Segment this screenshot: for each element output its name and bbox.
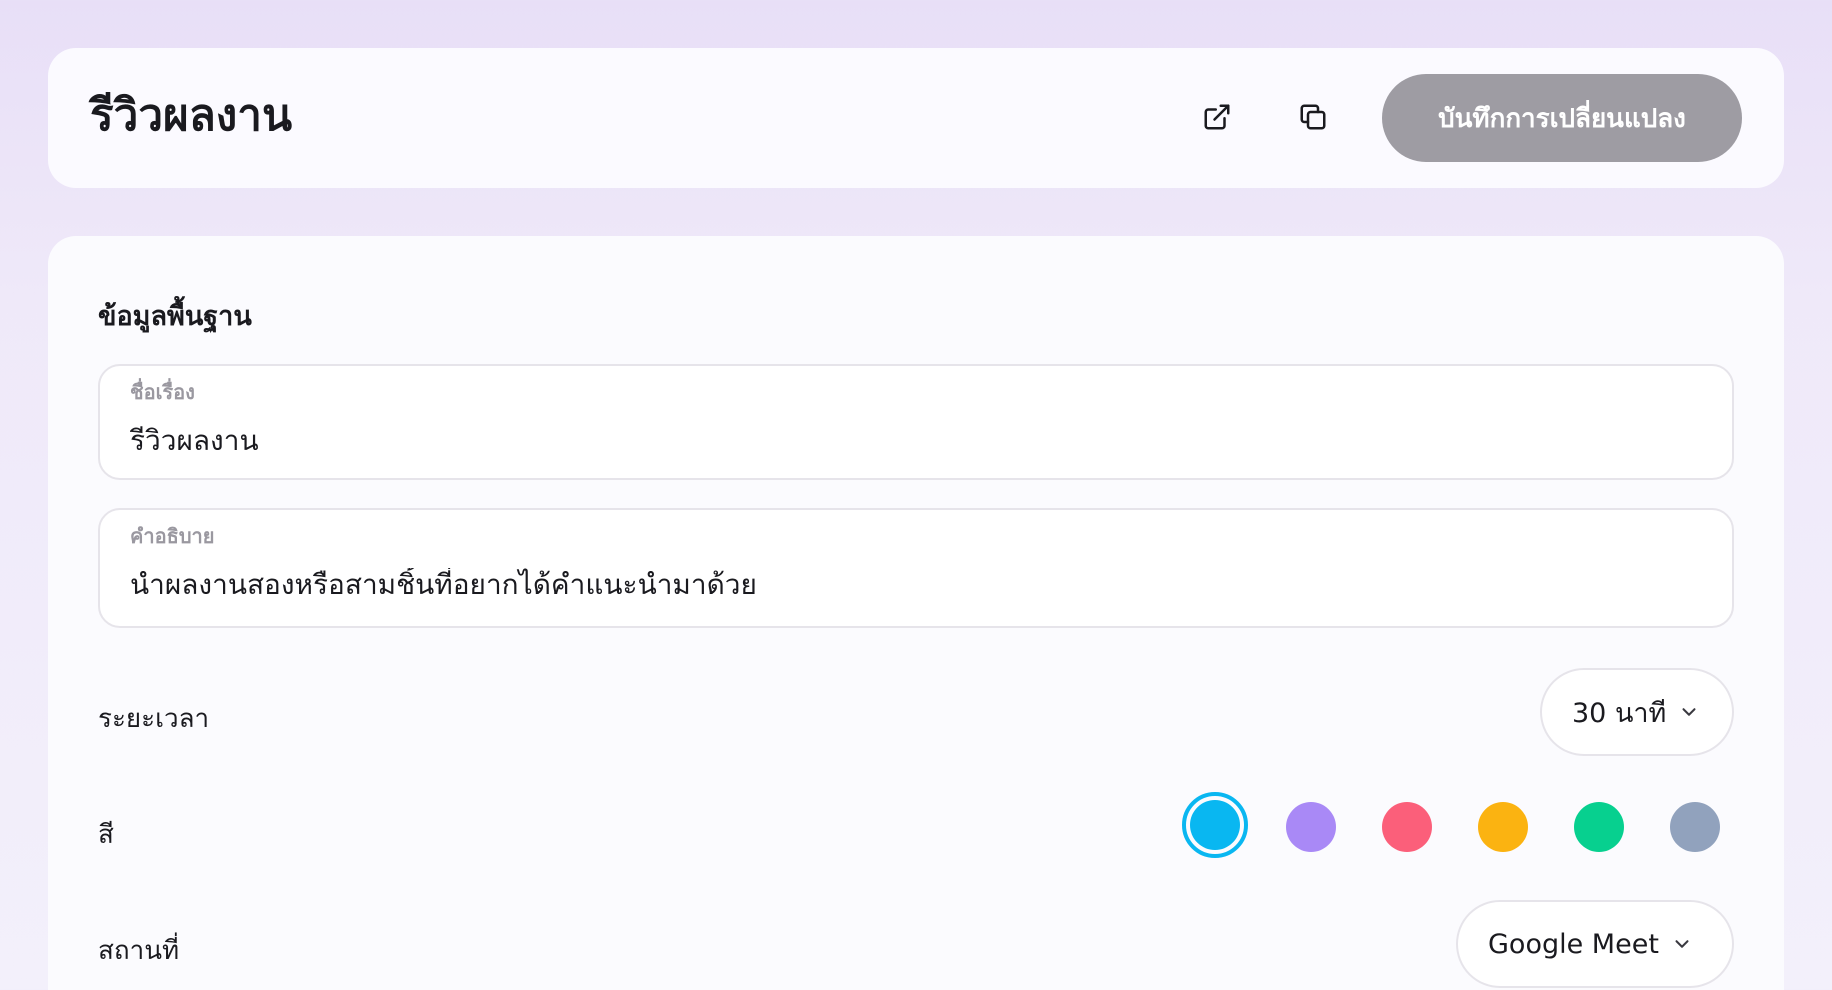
title-field[interactable]: ชื่อเรื่อง xyxy=(98,364,1734,480)
save-changes-button[interactable]: บันทึกการเปลี่ยนแปลง xyxy=(1382,74,1742,162)
page-title: รีวิวผลงาน xyxy=(90,90,293,141)
section-title: ข้อมูลพื้นฐาน xyxy=(98,301,252,332)
top-bar: รีวิวผลงาน บันทึกการเปลี่ยนแปลง xyxy=(48,48,1784,188)
title-field-label: ชื่อเรื่อง xyxy=(130,380,195,404)
description-field-label: คำอธิบาย xyxy=(130,524,215,548)
color-swatches xyxy=(1176,792,1776,864)
color-swatch[interactable] xyxy=(1478,802,1528,852)
basic-info-card: ข้อมูลพื้นฐาน ชื่อเรื่อง คำอธิบาย ระยะเว… xyxy=(48,236,1784,990)
location-select[interactable]: Google Meet xyxy=(1456,900,1734,988)
chevron-down-icon xyxy=(1671,933,1693,955)
color-swatch[interactable] xyxy=(1670,802,1720,852)
title-input[interactable] xyxy=(130,424,1700,457)
external-link-icon xyxy=(1204,104,1230,130)
duration-value: 30 นาที xyxy=(1572,697,1667,729)
description-field[interactable]: คำอธิบาย xyxy=(98,508,1734,628)
duration-label: ระยะเวลา xyxy=(98,704,210,734)
location-value: Google Meet xyxy=(1488,928,1659,960)
color-label: สี xyxy=(98,820,114,850)
color-swatch[interactable] xyxy=(1382,802,1432,852)
color-swatch[interactable] xyxy=(1286,802,1336,852)
copy-button[interactable] xyxy=(1286,90,1340,144)
description-input[interactable] xyxy=(130,568,1700,601)
chevron-down-icon xyxy=(1678,701,1700,723)
color-swatch[interactable] xyxy=(1182,792,1248,858)
color-swatch[interactable] xyxy=(1574,802,1624,852)
open-link-button[interactable] xyxy=(1190,90,1244,144)
location-label: สถานที่ xyxy=(98,936,180,966)
copy-icon xyxy=(1300,104,1326,130)
duration-select[interactable]: 30 นาที xyxy=(1540,668,1734,756)
